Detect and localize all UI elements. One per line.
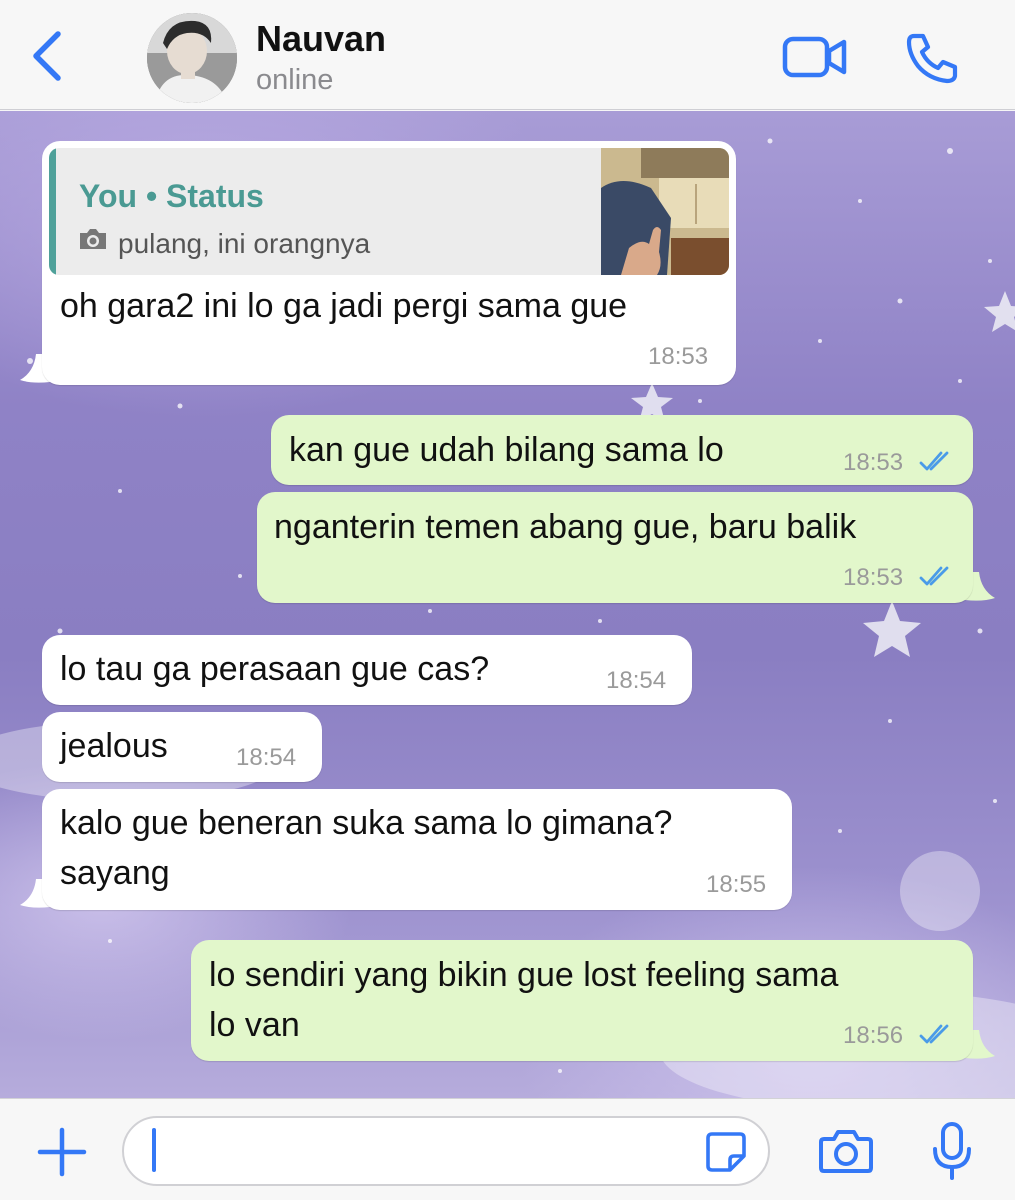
status-thumbnail[interactable] [601, 148, 729, 275]
message-text-line: sayang [60, 854, 170, 892]
message-bubble-outgoing[interactable]: lo sendiri yang bikin gue lost feeling s… [191, 940, 973, 1061]
message-time: 18:53 [648, 343, 709, 370]
message-time: 18:53 [843, 449, 904, 476]
message-bubble-incoming[interactable]: You • Status pulang, ini orangnya oh gar… [42, 141, 736, 385]
message-time: 18:54 [236, 744, 297, 771]
double-check-icon [919, 1024, 949, 1044]
message-text-line: kalo gue beneran suka sama lo gimana? [60, 804, 673, 842]
chevron-left-icon[interactable] [28, 28, 68, 84]
camera-icon[interactable] [818, 1127, 874, 1175]
double-check-icon [919, 451, 949, 471]
phone-icon[interactable] [905, 32, 959, 84]
avatar[interactable] [147, 13, 237, 103]
microphone-icon[interactable] [930, 1121, 974, 1181]
message-bubble-incoming[interactable]: jealous 18:54 [42, 712, 322, 782]
message-text: kan gue udah bilang sama lo [289, 431, 724, 469]
message-text-line: lo van [209, 1006, 300, 1044]
quote-title: You • Status [79, 178, 264, 214]
message-input[interactable] [122, 1116, 770, 1186]
message-time: 18:53 [843, 564, 904, 591]
quote-text: pulang, ini orangnya [118, 228, 371, 259]
message-bubble-incoming[interactable]: kalo gue beneran suka sama lo gimana? sa… [42, 789, 792, 910]
video-camera-icon[interactable] [782, 34, 848, 80]
message-text: oh gara2 ini lo ga jadi pergi sama gue [60, 287, 628, 325]
message-time: 18:54 [606, 667, 667, 694]
chat-header: Nauvan online [0, 0, 1015, 110]
message-bubble-outgoing[interactable]: kan gue udah bilang sama lo 18:53 [271, 415, 973, 485]
message-text: lo tau ga perasaan gue cas? [60, 650, 490, 688]
message-bubble-incoming[interactable]: lo tau ga perasaan gue cas? 18:54 [42, 635, 692, 705]
message-text-line: lo sendiri yang bikin gue lost feeling s… [209, 956, 839, 994]
message-time: 18:55 [706, 871, 767, 898]
avatar-photo [147, 13, 237, 103]
status-thumbnail-image [601, 148, 729, 275]
chat-area[interactable]: You • Status pulang, ini orangnya oh gar… [0, 111, 1015, 1098]
double-check-icon [919, 566, 949, 586]
message-time: 18:56 [843, 1022, 904, 1049]
contact-status: online [256, 64, 334, 96]
quote-accent-bar [49, 148, 56, 275]
plus-icon[interactable] [36, 1126, 88, 1178]
message-bubble-outgoing[interactable]: nganterin temen abang gue, baru balik 18… [257, 492, 973, 603]
quoted-status[interactable]: You • Status pulang, ini orangnya [49, 148, 729, 275]
message-text: nganterin temen abang gue, baru balik [274, 508, 857, 546]
contact-name[interactable]: Nauvan [256, 18, 386, 60]
composer-bar [0, 1098, 1015, 1200]
message-text: jealous [60, 727, 168, 765]
camera-icon [80, 229, 106, 249]
